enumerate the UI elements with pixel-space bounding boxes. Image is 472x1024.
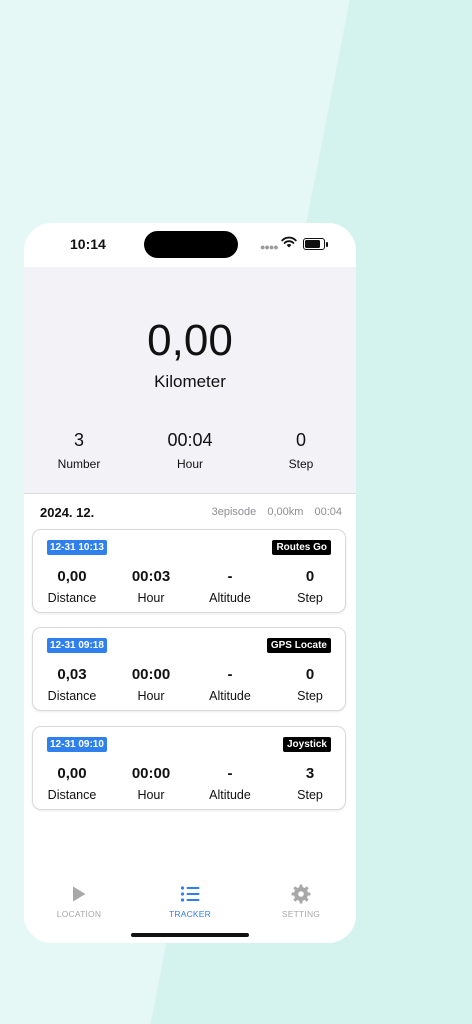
month-duration: 00:04 [314, 506, 342, 518]
record-hour: 00:00 Hour [114, 666, 188, 703]
month-distance: 0,00km [267, 506, 304, 518]
battery-icon [303, 238, 328, 250]
stat-step-value: 0 [295, 430, 306, 450]
record-step-label: Step [297, 788, 323, 802]
record-card[interactable]: 12-31 09:10 Joystick 0,00 Distance 00:00… [32, 726, 346, 810]
list-icon [180, 886, 200, 902]
record-mode-badge: Routes Go [272, 540, 331, 555]
record-step: 3 Step [273, 765, 347, 802]
record-distance-label: Distance [47, 689, 97, 703]
tab-tracker[interactable]: TRACKER [135, 883, 245, 919]
record-distance-value: 0,03 [57, 666, 87, 683]
stat-hour-label: Hour [176, 457, 203, 471]
stat-number-label: Number [57, 457, 101, 471]
record-altitude-value: - [227, 765, 233, 782]
record-altitude-label: Altitude [209, 591, 251, 605]
record-date-badge: 12-31 09:18 [47, 638, 107, 653]
record-hour-label: Hour [137, 788, 165, 802]
record-step: 0 Step [273, 568, 347, 605]
wifi-icon [281, 236, 297, 248]
home-indicator[interactable] [131, 933, 249, 937]
record-mode-badge: Joystick [282, 737, 331, 752]
stat-hour-value: 00:04 [167, 430, 213, 450]
record-step: 0 Step [273, 666, 347, 703]
stat-step: 0 Step [251, 430, 351, 471]
record-hour-value: 00:00 [131, 666, 171, 683]
record-hour-label: Hour [137, 591, 165, 605]
record-card[interactable]: 12-31 09:18 GPS Locate 0,03 Distance 00:… [32, 627, 346, 711]
record-card[interactable]: 12-31 10:13 Routes Go 0,00 Distance 00:0… [32, 529, 346, 613]
tab-location-label: LOCATION [56, 909, 102, 919]
status-bar: 10:14 ●●●● [24, 223, 356, 267]
record-date-badge: 12-31 10:13 [47, 540, 107, 555]
record-distance: 0,00 Distance [35, 568, 109, 605]
record-distance-label: Distance [47, 788, 97, 802]
phone-frame: 10:14 ●●●● 0,00 Kilometer 3 Number 00:04… [24, 223, 356, 943]
gear-icon [291, 884, 311, 904]
record-distance-value: 0,00 [57, 765, 87, 782]
record-hour-value: 00:03 [131, 568, 171, 585]
play-icon [73, 886, 86, 902]
record-distance: 0,00 Distance [35, 765, 109, 802]
record-hour: 00:00 Hour [114, 765, 188, 802]
total-distance-value: 0,00 [147, 316, 233, 365]
record-hour-value: 00:00 [131, 765, 171, 782]
record-step-label: Step [297, 591, 323, 605]
month-episodes: 3episode [211, 506, 257, 518]
tab-tracker-label: TRACKER [168, 909, 212, 919]
record-altitude: - Altitude [193, 666, 267, 703]
month-summary: 3episode 0,00km 00:04 [204, 506, 342, 518]
record-step-label: Step [297, 689, 323, 703]
record-altitude-label: Altitude [209, 788, 251, 802]
stat-step-label: Step [288, 457, 314, 471]
total-distance-unit: Kilometer [154, 372, 226, 391]
tab-setting[interactable]: SETTING [246, 883, 356, 919]
record-altitude: - Altitude [193, 568, 267, 605]
stat-number: 3 Number [29, 430, 129, 471]
tracker-summary: 0,00 Kilometer 3 Number 00:04 Hour 0 Ste… [24, 267, 356, 494]
record-altitude-value: - [227, 666, 233, 683]
record-hour: 00:03 Hour [114, 568, 188, 605]
month-header: 2024. 12. 3episode 0,00km 00:04 [24, 494, 356, 528]
dynamic-island [144, 231, 238, 258]
tab-setting-label: SETTING [281, 909, 321, 919]
tab-location[interactable]: LOCATION [24, 883, 134, 919]
record-date-badge: 12-31 09:10 [47, 737, 107, 752]
cellular-signal-icon: ●●●● [260, 242, 279, 252]
record-step-value: 0 [305, 666, 315, 683]
month-title: 2024. 12. [40, 505, 95, 520]
stat-number-value: 3 [73, 430, 84, 450]
record-distance-label: Distance [47, 591, 97, 605]
record-step-value: 3 [305, 765, 315, 782]
stat-hour: 00:04 Hour [140, 430, 240, 471]
record-altitude: - Altitude [193, 765, 267, 802]
status-time: 10:14 [70, 236, 106, 252]
record-altitude-value: - [227, 568, 233, 585]
record-hour-label: Hour [137, 689, 165, 703]
record-distance: 0,03 Distance [35, 666, 109, 703]
record-step-value: 0 [305, 568, 315, 585]
record-mode-badge: GPS Locate [266, 638, 331, 653]
record-distance-value: 0,00 [57, 568, 87, 585]
record-altitude-label: Altitude [209, 689, 251, 703]
